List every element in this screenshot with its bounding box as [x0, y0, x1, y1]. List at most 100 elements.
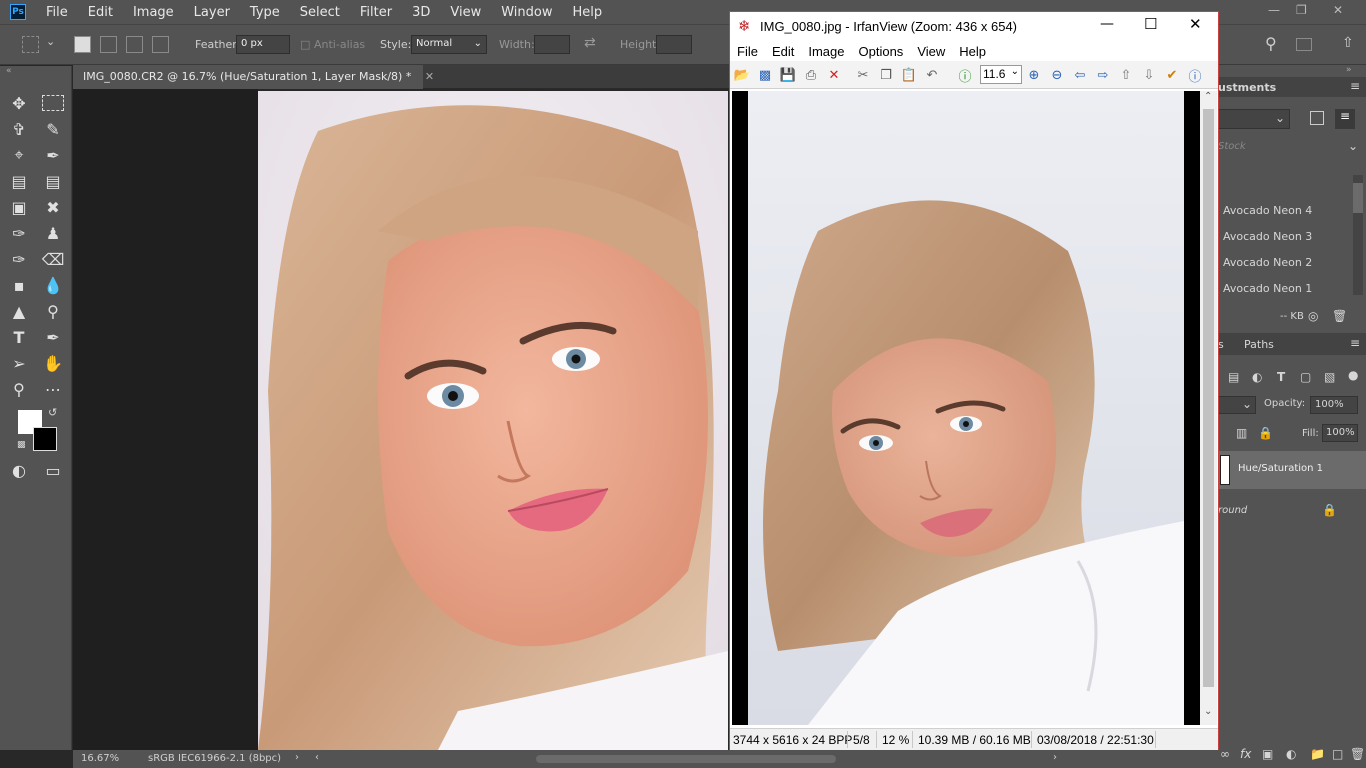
ps-menu-select[interactable]: Select [300, 5, 340, 20]
close-tab-icon[interactable]: ✕ [425, 70, 434, 83]
iv-menu-help[interactable]: Help [959, 44, 986, 59]
irfanview-image-area[interactable] [732, 91, 1200, 725]
intersect-selection-icon[interactable] [152, 36, 169, 53]
eraser-tool-icon[interactable]: ⌫ [40, 247, 66, 271]
pen-tool-icon[interactable]: ✒ [40, 325, 66, 349]
transform-tool-icon[interactable]: ▣ [6, 195, 32, 219]
library-item[interactable]: Avocado Neon 2 [1223, 256, 1312, 269]
paste-icon[interactable]: 📋 [900, 66, 918, 84]
creative-cloud-icon[interactable]: ◎ [1308, 309, 1318, 323]
iv-menu-options[interactable]: Options [859, 44, 904, 59]
print-icon[interactable]: ⎙ [802, 66, 820, 84]
layer-row-hue-saturation[interactable]: Hue/Saturation 1 [1218, 451, 1366, 489]
gradient-tool-icon[interactable]: ▪ [6, 273, 32, 297]
spot-healing-tool-icon[interactable]: ▤ [6, 169, 32, 193]
hand-tool-icon[interactable]: ✋ [40, 351, 66, 375]
burn-tool-icon[interactable]: ⚲ [40, 299, 66, 323]
default-colors-icon[interactable]: ▩ [17, 440, 26, 450]
close-icon[interactable]: ✕ [1189, 15, 1202, 33]
add-selection-icon[interactable] [100, 36, 117, 53]
iv-menu-file[interactable]: File [737, 44, 758, 59]
type-tool-icon[interactable]: T [6, 325, 32, 349]
ps-minimize-icon[interactable]: — [1268, 3, 1280, 17]
save-icon[interactable]: 💾 [779, 66, 797, 84]
delete-layer-icon[interactable]: 🗑 [1350, 747, 1365, 761]
info-icon[interactable]: ⓘ [956, 66, 974, 85]
new-selection-icon[interactable] [74, 36, 91, 53]
crop-tool-icon[interactable]: ⌖ [6, 143, 32, 167]
layer-style-icon[interactable]: fx [1240, 747, 1251, 761]
blend-mode-select[interactable]: ⌄ [1218, 396, 1256, 414]
healing-brush-tool-icon[interactable]: ▤ [40, 169, 66, 193]
layer-row-background[interactable]: round 🔒 [1218, 497, 1366, 525]
chevron-down-icon[interactable]: ⌄ [46, 35, 55, 48]
iv-menu-view[interactable]: View [917, 44, 945, 59]
ps-menu-window[interactable]: Window [501, 5, 552, 20]
clone-stamp-tool-icon[interactable]: ♟ [40, 221, 66, 245]
ps-photo-canvas[interactable] [258, 91, 728, 750]
ps-menu-help[interactable]: Help [573, 5, 603, 20]
swap-dimensions-icon[interactable]: ⇄ [584, 35, 596, 51]
quick-mask-icon[interactable]: ◐ [6, 458, 32, 482]
zoom-tool-icon[interactable]: ⚲ [6, 377, 32, 401]
library-item[interactable]: Avocado Neon 1 [1223, 282, 1312, 295]
move-tool-icon[interactable]: ✥ [6, 91, 32, 115]
new-layer-icon[interactable]: □ [1332, 747, 1343, 761]
ps-menu-3d[interactable]: 3D [412, 5, 430, 20]
settings-icon[interactable]: ✔ [1163, 66, 1181, 84]
zoom-in-icon[interactable]: ⊕ [1025, 66, 1043, 84]
trash-icon[interactable]: 🗑 [1332, 309, 1347, 323]
first-image-icon[interactable]: ⇧ [1117, 66, 1135, 84]
zoom-combobox[interactable]: 11.6 ⌄ [980, 65, 1022, 84]
lock-icon[interactable]: 🔒 [1258, 426, 1273, 440]
library-item[interactable]: Avocado Neon 4 [1223, 204, 1312, 217]
workspace-icon[interactable] [1296, 38, 1312, 51]
layer-name[interactable]: round [1218, 505, 1247, 516]
scroll-left-icon[interactable]: ‹ [315, 752, 319, 763]
ps-close-icon[interactable]: ✕ [1333, 3, 1343, 17]
quick-selection-tool-icon[interactable]: ✎ [40, 117, 66, 141]
height-input[interactable] [656, 35, 692, 54]
ps-menu-edit[interactable]: Edit [88, 5, 113, 20]
new-group-icon[interactable]: 📁 [1310, 747, 1325, 761]
zoom-out-icon[interactable]: ⊖ [1048, 66, 1066, 84]
blur-tool-icon[interactable]: 💧 [40, 273, 66, 297]
background-color-swatch[interactable] [33, 427, 57, 451]
brush-tool-icon[interactable]: ✑ [6, 221, 32, 245]
status-menu-arrow-icon[interactable]: › [295, 752, 299, 763]
irfanview-vertical-scrollbar[interactable]: ⌃ ⌄ [1200, 91, 1217, 725]
delete-icon[interactable]: ✕ [825, 66, 843, 84]
scroll-right-icon[interactable]: › [1053, 752, 1057, 763]
content-aware-move-tool-icon[interactable]: ✖ [40, 195, 66, 219]
style-select[interactable]: Normal ⌄ [411, 35, 487, 54]
feather-input[interactable]: 0 px [236, 35, 290, 54]
adjustments-tab[interactable]: ustments [1218, 81, 1276, 94]
scroll-down-icon[interactable]: ⌄ [1204, 706, 1212, 717]
filter-shape-icon[interactable]: ▢ [1300, 370, 1311, 384]
ps-menu-type[interactable]: Type [250, 5, 280, 20]
library-select[interactable]: ⌄ [1218, 109, 1290, 129]
stock-search-input[interactable]: Stock [1218, 141, 1246, 152]
more-tools-icon[interactable]: ⋯ [40, 377, 66, 401]
horizontal-scrollbar[interactable] [536, 755, 836, 763]
next-image-icon[interactable]: ⇨ [1094, 66, 1112, 84]
scroll-up-icon[interactable]: ⌃ [1204, 91, 1212, 102]
filter-toggle-icon[interactable]: ● [1348, 368, 1358, 382]
help-icon[interactable]: ⓘ [1186, 66, 1204, 85]
layer-name[interactable]: Hue/Saturation 1 [1238, 463, 1323, 474]
maximize-icon[interactable]: ☐ [1144, 15, 1157, 33]
ps-zoom-readout[interactable]: 16.67% [81, 753, 119, 764]
cut-icon[interactable]: ✂ [854, 66, 872, 84]
paths-tab[interactable]: Paths [1244, 338, 1274, 351]
scrollbar-thumb[interactable] [1203, 109, 1214, 687]
last-image-icon[interactable]: ⇩ [1140, 66, 1158, 84]
eyedropper-tool-icon[interactable]: ✒ [40, 143, 66, 167]
grid-view-icon[interactable] [1310, 111, 1324, 125]
ps-menu-layer[interactable]: Layer [194, 5, 230, 20]
add-mask-icon[interactable]: ▣ [1262, 747, 1273, 761]
share-icon[interactable]: ⇧ [1342, 35, 1354, 51]
ps-document-tab[interactable]: IMG_0080.CR2 @ 16.7% (Hue/Saturation 1, … [73, 65, 434, 89]
undo-icon[interactable]: ↶ [923, 66, 941, 84]
list-view-icon[interactable]: ≡ [1335, 109, 1355, 129]
slideshow-icon[interactable]: ▩ [756, 66, 774, 84]
